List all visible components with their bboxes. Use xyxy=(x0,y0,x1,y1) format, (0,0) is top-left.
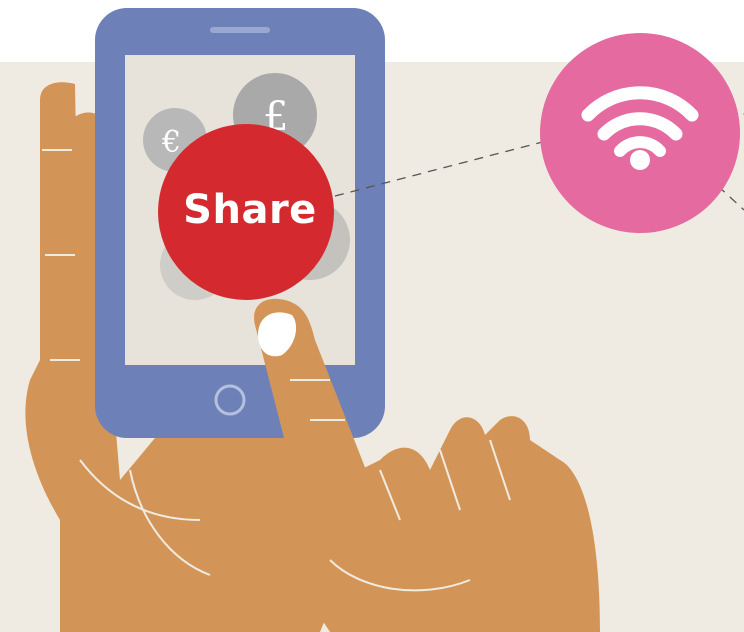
share-button-label[interactable]: Share xyxy=(160,178,340,242)
illustration-art: £ € xyxy=(25,8,744,632)
pressing-hand xyxy=(254,298,600,632)
wifi-badge xyxy=(540,33,740,233)
illustration-scene: £ € Share xyxy=(0,0,744,632)
svg-text:€: € xyxy=(161,125,181,160)
